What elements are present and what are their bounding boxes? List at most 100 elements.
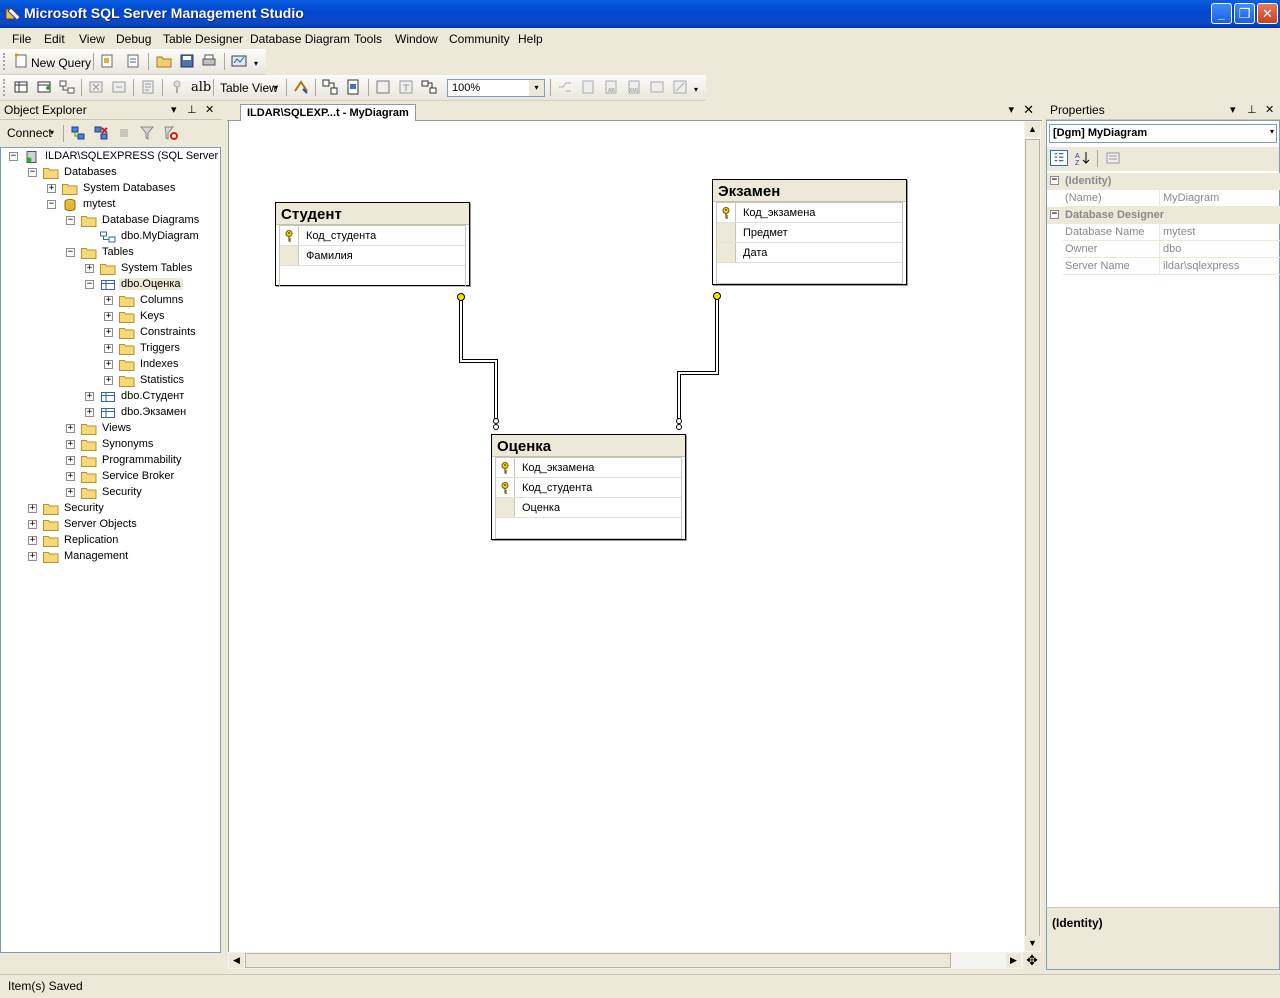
restore-button[interactable]: ❐ bbox=[1234, 3, 1255, 24]
menu-community[interactable]: Community bbox=[449, 32, 510, 46]
autosize-tables-icon[interactable] bbox=[292, 79, 310, 95]
expand-icon[interactable]: + bbox=[104, 328, 113, 337]
property-row[interactable]: Owner dbo bbox=[1063, 241, 1280, 258]
canvas-horizontal-scrollbar[interactable]: ◀ ▶ bbox=[228, 952, 1024, 969]
expand-icon[interactable]: + bbox=[66, 488, 75, 497]
expand-icon[interactable]: + bbox=[104, 376, 113, 385]
canvas-scroll-left-icon[interactable]: ◀ bbox=[229, 953, 244, 968]
menu-debug[interactable]: Debug bbox=[116, 32, 151, 46]
new-text-annotation-icon[interactable] bbox=[397, 79, 415, 95]
property-category[interactable]: − (Identity) bbox=[1047, 173, 1280, 190]
activity-monitor-icon[interactable] bbox=[230, 53, 248, 69]
manage-indexes-icon[interactable] bbox=[579, 79, 597, 95]
tree-node[interactable]: + Triggers bbox=[1, 341, 220, 357]
tree-node[interactable]: + System Tables bbox=[1, 261, 220, 277]
property-row[interactable]: Database Name mytest bbox=[1063, 224, 1280, 241]
tree-node[interactable]: + Security bbox=[1, 485, 220, 501]
delete-from-db-icon[interactable] bbox=[87, 79, 105, 95]
toolbar-overflow-icon[interactable]: ▾ bbox=[254, 59, 258, 68]
collapse-icon[interactable]: − bbox=[47, 200, 56, 209]
properties-menu-icon[interactable]: ▾ bbox=[1230, 103, 1236, 116]
expand-icon[interactable]: + bbox=[28, 504, 37, 513]
remove-from-diagram-icon[interactable] bbox=[110, 79, 128, 95]
tree-node[interactable]: + Synonyms bbox=[1, 437, 220, 453]
properties-close-icon[interactable]: ✕ bbox=[1265, 103, 1274, 116]
empty-column-row[interactable] bbox=[280, 266, 465, 286]
disconnect-icon[interactable] bbox=[92, 125, 110, 141]
column-row[interactable]: Код_экзамена bbox=[496, 458, 681, 478]
open-file-icon[interactable] bbox=[155, 53, 173, 69]
zoom-select[interactable]: 100% ▾ bbox=[447, 79, 545, 97]
tree-node[interactable]: − ILDAR\SQLEXPRESS (SQL Server 10. bbox=[1, 149, 220, 165]
close-panel-icon[interactable]: ✕ bbox=[205, 103, 214, 116]
minimize-button[interactable]: _ bbox=[1211, 3, 1232, 24]
zoom-to-fit-icon[interactable] bbox=[374, 79, 392, 95]
panel-menu-icon[interactable]: ▾ bbox=[171, 103, 177, 116]
new-query-button[interactable]: New Query bbox=[31, 56, 91, 70]
connect-chevron-icon[interactable]: ▾ bbox=[50, 128, 54, 137]
toolbar-grip-2[interactable] bbox=[3, 79, 6, 96]
diagram-table-exam[interactable]: Экзамен Код_экзамена Предмет Дата bbox=[712, 179, 907, 285]
property-pages-icon[interactable] bbox=[1104, 150, 1122, 166]
close-window-button[interactable]: ✕ bbox=[1257, 3, 1278, 24]
generate-script-icon[interactable] bbox=[139, 79, 157, 95]
empty-column-row[interactable] bbox=[717, 263, 902, 283]
table-view-dropdown[interactable]: Table View bbox=[220, 81, 278, 95]
column-row[interactable]: Предмет bbox=[717, 223, 902, 243]
new-file-icon[interactable] bbox=[98, 53, 116, 69]
tree-node[interactable]: − Tables bbox=[1, 245, 220, 261]
tree-node[interactable]: + dbo.Экзамен bbox=[1, 405, 220, 421]
properties-object-select[interactable]: [Dgm] MyDiagram ▾ bbox=[1049, 124, 1277, 143]
row-selector[interactable] bbox=[717, 203, 736, 222]
tree-node[interactable]: dbo.MyDiagram bbox=[1, 229, 220, 245]
expand-icon[interactable]: + bbox=[104, 296, 113, 305]
collapse-icon[interactable]: − bbox=[66, 216, 75, 225]
collapse-icon[interactable]: − bbox=[1050, 176, 1059, 185]
row-selector[interactable] bbox=[496, 478, 515, 497]
stop-icon[interactable] bbox=[115, 125, 133, 141]
menu-file[interactable]: File bbox=[12, 32, 31, 46]
tree-node[interactable]: − Database Diagrams bbox=[1, 213, 220, 229]
row-selector[interactable] bbox=[717, 243, 736, 262]
row-selector[interactable] bbox=[280, 246, 299, 265]
expand-icon[interactable]: + bbox=[85, 408, 94, 417]
show-relationship-labels-icon[interactable] bbox=[420, 79, 438, 95]
expand-icon[interactable]: + bbox=[66, 440, 75, 449]
column-row[interactable]: Код_студента bbox=[280, 226, 465, 246]
column-row[interactable]: Код_студента bbox=[496, 478, 681, 498]
new-table-icon[interactable] bbox=[12, 79, 30, 95]
expand-icon[interactable]: + bbox=[28, 520, 37, 529]
print-icon[interactable] bbox=[200, 53, 218, 69]
property-row[interactable]: Server Name ildar\sqlexpress bbox=[1063, 258, 1280, 275]
alphabetical-icon[interactable]: AZ bbox=[1073, 150, 1091, 166]
canvas-vertical-scrollbar[interactable]: ▲ ▼ bbox=[1024, 121, 1041, 952]
scroll-up-icon[interactable]: ▲ bbox=[1025, 122, 1040, 137]
categorized-icon[interactable] bbox=[1050, 150, 1068, 166]
tree-node[interactable]: + Constraints bbox=[1, 325, 220, 341]
filter-icon[interactable] bbox=[138, 125, 156, 141]
table-view-chevron-icon[interactable]: ▾ bbox=[274, 83, 278, 92]
tree-node[interactable]: + Programmability bbox=[1, 453, 220, 469]
pin-icon[interactable]: ⊥ bbox=[187, 103, 197, 116]
set-primary-key-icon[interactable] bbox=[168, 79, 186, 95]
tree-node[interactable]: + System Databases bbox=[1, 181, 220, 197]
expand-icon[interactable]: + bbox=[28, 552, 37, 561]
column-row[interactable]: Код_экзамена bbox=[717, 203, 902, 223]
menu-database-diagram[interactable]: Database Diagram bbox=[250, 32, 350, 46]
empty-column-row[interactable] bbox=[496, 518, 681, 538]
row-selector[interactable] bbox=[717, 223, 736, 242]
canvas-scroll-right-icon[interactable]: ▶ bbox=[1006, 953, 1021, 968]
refresh-icon[interactable] bbox=[161, 125, 179, 141]
toolbar-overflow-icon-2[interactable]: ▾ bbox=[694, 85, 698, 94]
collapse-icon[interactable]: − bbox=[66, 248, 75, 257]
expand-icon[interactable]: + bbox=[104, 360, 113, 369]
diagram-table-grade[interactable]: Оценка Код_экзамена Код_студента Оценка bbox=[491, 434, 686, 540]
tree-node[interactable]: + Indexes bbox=[1, 357, 220, 373]
expand-icon[interactable]: + bbox=[85, 392, 94, 401]
document-tab-mydiagram[interactable]: ILDAR\SQLEXP...t - MyDiagram bbox=[240, 104, 416, 122]
tree-node[interactable]: + Views bbox=[1, 421, 220, 437]
tree-node[interactable]: + Keys bbox=[1, 309, 220, 325]
arrange-selection-icon[interactable] bbox=[344, 79, 362, 95]
tree-node[interactable]: + Management bbox=[1, 549, 220, 565]
expand-icon[interactable]: + bbox=[28, 536, 37, 545]
